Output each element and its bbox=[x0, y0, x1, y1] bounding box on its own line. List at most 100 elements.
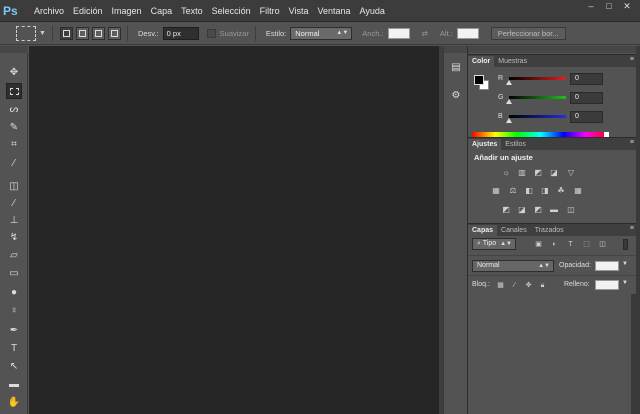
blend-mode-select[interactable]: Normal ▲▼ bbox=[472, 260, 554, 272]
width-input[interactable] bbox=[387, 27, 410, 39]
exposure-icon[interactable]: ◪ bbox=[549, 168, 559, 178]
blue-slider[interactable] bbox=[509, 115, 566, 118]
fill-input[interactable] bbox=[595, 280, 619, 290]
maximize-button[interactable]: □ bbox=[602, 0, 616, 12]
menu-filtro[interactable]: Filtro bbox=[260, 6, 280, 16]
panel-menu-icon[interactable]: ≡ bbox=[630, 139, 634, 146]
opacity-input[interactable] bbox=[595, 261, 619, 271]
path-selection-tool-icon[interactable]: ↖ bbox=[6, 359, 22, 375]
dock-header[interactable] bbox=[444, 46, 467, 53]
threshold-icon[interactable]: ◩ bbox=[533, 205, 543, 215]
intersect-selection-button[interactable] bbox=[107, 26, 121, 40]
photo-filter-icon[interactable]: ◨ bbox=[540, 186, 550, 196]
gradient-map-triangle-icon[interactable]: ▽ bbox=[566, 168, 576, 178]
brightness-contrast-icon[interactable]: ☼ bbox=[501, 168, 511, 178]
lock-transparent-icon[interactable]: ▦ bbox=[496, 281, 505, 290]
menu-imagen[interactable]: Imagen bbox=[112, 6, 142, 16]
lock-position-icon[interactable]: ✥ bbox=[524, 281, 533, 290]
filter-type-icon[interactable]: T bbox=[566, 240, 575, 249]
lock-image-icon[interactable]: ∕ bbox=[510, 281, 519, 290]
menu-seleccion[interactable]: Selección bbox=[212, 6, 251, 16]
blur-tool-icon[interactable]: ● bbox=[6, 285, 22, 301]
panel-stack-header[interactable] bbox=[468, 46, 636, 53]
gradient-map-icon[interactable]: ▬ bbox=[549, 205, 559, 215]
pen-tool-icon[interactable]: ✒ bbox=[6, 323, 22, 339]
rectangle-tool-icon[interactable]: ▬ bbox=[6, 377, 22, 393]
curves-icon[interactable]: ◩ bbox=[533, 168, 543, 178]
new-selection-button[interactable] bbox=[59, 26, 73, 40]
menu-texto[interactable]: Texto bbox=[181, 6, 203, 16]
antialias-checkbox[interactable] bbox=[206, 28, 216, 38]
document-canvas[interactable] bbox=[29, 46, 439, 414]
eyedropper-tool-icon[interactable]: ⁄ bbox=[6, 156, 22, 172]
menu-edicion[interactable]: Edición bbox=[73, 6, 103, 16]
clone-stamp-tool-icon[interactable]: ⊥ bbox=[6, 213, 22, 229]
lock-all-icon[interactable]: 🔒︎ bbox=[538, 281, 547, 290]
tab-adjustments[interactable]: Ajustes bbox=[468, 139, 502, 150]
menu-vista[interactable]: Vista bbox=[289, 6, 309, 16]
tab-color[interactable]: Color bbox=[468, 56, 495, 67]
blue-slider-thumb[interactable] bbox=[506, 118, 512, 123]
dodge-tool-icon[interactable]: ♀ bbox=[6, 303, 22, 319]
gradient-tool-icon[interactable]: ▭ bbox=[6, 266, 22, 282]
filter-toggle[interactable] bbox=[623, 239, 628, 250]
black-white-icon[interactable]: ◧ bbox=[524, 186, 534, 196]
lasso-tool-icon[interactable]: ᔕ bbox=[6, 102, 22, 118]
blue-value-input[interactable]: 0 bbox=[570, 111, 603, 123]
layer-filter-select[interactable]: ⌕ Tipo ▲▼ bbox=[472, 238, 516, 250]
panel-stack-scrollbar[interactable] bbox=[636, 46, 640, 414]
history-panel-icon[interactable]: ▤ bbox=[448, 60, 464, 76]
filter-smart-object-icon[interactable]: ◫ bbox=[598, 240, 607, 249]
chevron-down-icon[interactable]: ▼ bbox=[622, 280, 628, 286]
red-value-input[interactable]: 0 bbox=[570, 73, 603, 85]
green-slider[interactable] bbox=[509, 96, 566, 99]
subtract-selection-button[interactable] bbox=[91, 26, 105, 40]
swap-icon[interactable]: ⇄ bbox=[422, 29, 428, 38]
menu-ventana[interactable]: Ventana bbox=[318, 6, 351, 16]
tab-swatches[interactable]: Muestras bbox=[494, 56, 531, 67]
crop-tool-icon[interactable]: ⌗ bbox=[6, 137, 22, 153]
color-balance-icon[interactable]: ⚖ bbox=[508, 186, 518, 196]
posterize-icon[interactable]: ◪ bbox=[517, 205, 527, 215]
foreground-color-swatch[interactable] bbox=[474, 75, 484, 85]
hand-tool-icon[interactable]: ✋ bbox=[6, 395, 22, 411]
properties-panel-icon[interactable]: ⚙ bbox=[448, 88, 464, 104]
chevron-down-icon[interactable]: ▼ bbox=[39, 30, 46, 37]
tools-panel-header[interactable] bbox=[0, 46, 28, 53]
tab-paths[interactable]: Trazados bbox=[531, 225, 568, 236]
panel-menu-icon[interactable]: ≡ bbox=[630, 225, 634, 232]
minimize-button[interactable]: – bbox=[584, 0, 598, 12]
marquee-tool-icon[interactable] bbox=[6, 83, 22, 99]
brush-tool-icon[interactable]: ∕ bbox=[6, 196, 22, 212]
filter-pixel-icon[interactable]: ▣ bbox=[534, 240, 543, 249]
levels-icon[interactable]: ▥ bbox=[517, 168, 527, 178]
marquee-tool-preset-icon[interactable] bbox=[16, 25, 36, 41]
type-tool-icon[interactable]: T bbox=[6, 341, 22, 357]
feather-input[interactable]: 0 px bbox=[162, 26, 199, 40]
invert-icon[interactable]: ◩ bbox=[501, 205, 511, 215]
red-slider-thumb[interactable] bbox=[506, 80, 512, 85]
chevron-down-icon[interactable]: ▼ bbox=[622, 261, 628, 267]
history-brush-tool-icon[interactable]: ↯ bbox=[6, 230, 22, 246]
filter-shape-icon[interactable]: ⬚ bbox=[582, 240, 591, 249]
tab-layers[interactable]: Capas bbox=[468, 225, 498, 236]
menu-archivo[interactable]: Archivo bbox=[34, 6, 64, 16]
color-lookup-icon[interactable]: ▦ bbox=[573, 186, 583, 196]
red-slider[interactable] bbox=[509, 77, 566, 80]
style-select[interactable]: Normal ▲▼ bbox=[290, 26, 353, 40]
tab-channels[interactable]: Canales bbox=[497, 225, 531, 236]
vibrance-icon[interactable]: ▦ bbox=[491, 186, 501, 196]
green-value-input[interactable]: 0 bbox=[570, 92, 603, 104]
close-button[interactable]: ✕ bbox=[620, 0, 634, 12]
tab-styles[interactable]: Estilos bbox=[501, 139, 530, 150]
filter-adjustment-icon[interactable]: ◐ bbox=[550, 240, 559, 249]
add-selection-button[interactable] bbox=[75, 26, 89, 40]
green-slider-thumb[interactable] bbox=[506, 99, 512, 104]
move-tool-icon[interactable]: ✥ bbox=[6, 65, 22, 81]
healing-brush-tool-icon[interactable]: ◫ bbox=[6, 179, 22, 195]
refine-edge-button[interactable]: Perfeccionar bor... bbox=[490, 26, 566, 40]
height-input[interactable] bbox=[456, 27, 479, 39]
eraser-tool-icon[interactable]: ▱ bbox=[6, 248, 22, 264]
quick-selection-tool-icon[interactable]: ✎ bbox=[6, 120, 22, 136]
panel-menu-icon[interactable]: ≡ bbox=[630, 56, 634, 63]
